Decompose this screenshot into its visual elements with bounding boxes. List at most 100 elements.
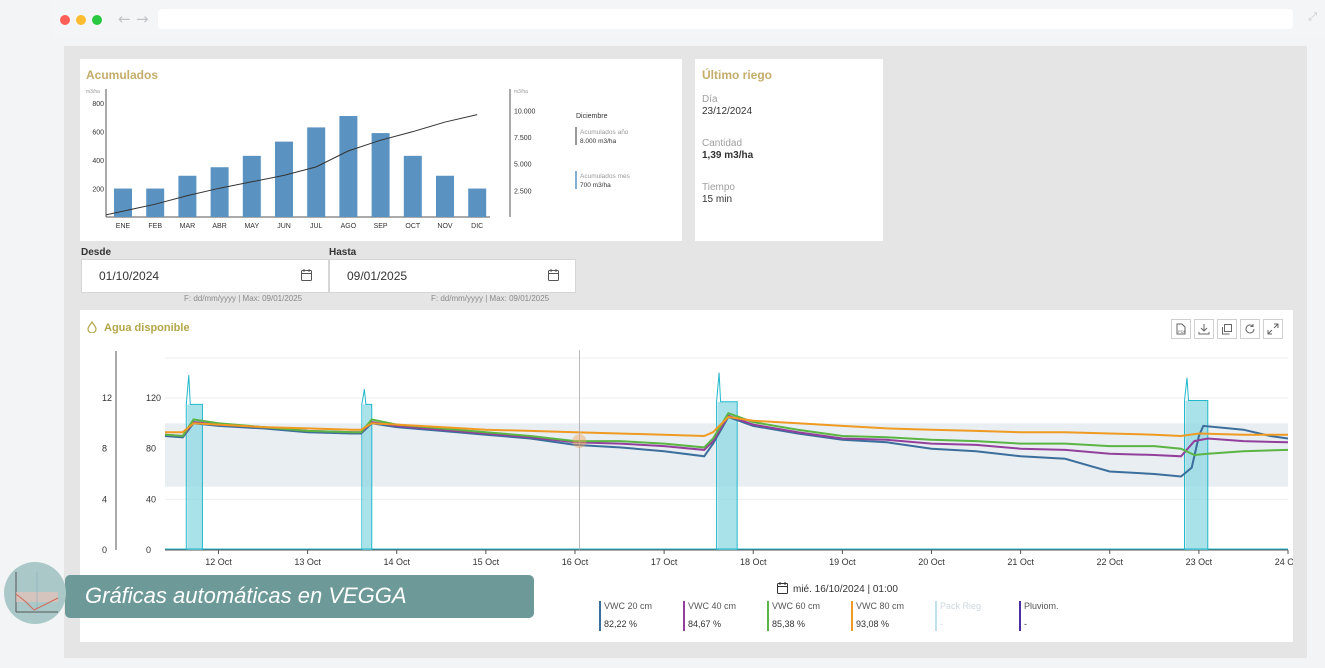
- irrigation-area: [1185, 400, 1208, 550]
- tiempo-label: Tiempo: [702, 182, 735, 193]
- cursor-marker: [572, 434, 587, 449]
- desde-date-input[interactable]: 01/10/2024: [81, 259, 329, 293]
- x-tick-label: MAR: [180, 223, 196, 230]
- caption-text: Gráficas automáticas en VEGGA: [85, 583, 407, 608]
- x-tick-label: JUL: [310, 223, 323, 230]
- x-tick-label: 21 Oct: [1007, 557, 1034, 567]
- calendar-icon[interactable]: [301, 269, 312, 281]
- legend-item-pluviom-[interactable]: Pluviom. -: [1019, 601, 1059, 631]
- minimize-window-icon[interactable]: [76, 15, 86, 25]
- y-tick-left: 4: [102, 494, 107, 504]
- cantidad-value: 1,39 m3/ha: [702, 150, 754, 161]
- desde-hint: F: dd/mm/yyyy | Max: 09/01/2025: [184, 294, 303, 303]
- x-tick-label: 14 Oct: [383, 557, 410, 567]
- legend-value: 84,67 %: [688, 619, 721, 629]
- legend-item-vwc-40-cm[interactable]: VWC 40 cm 84,67 %: [683, 601, 736, 631]
- x-tick-label: FEB: [148, 223, 162, 230]
- x-tick-label: OCT: [405, 223, 421, 230]
- x-tick-label: SEP: [374, 223, 388, 230]
- bar-abr[interactable]: [210, 167, 229, 217]
- legend-month-label: Acumulados mes: [580, 173, 631, 180]
- y-tick-left: 800: [92, 101, 104, 108]
- x-tick-label: 23 Oct: [1186, 557, 1213, 567]
- x-tick-label: 24 Oct: [1275, 557, 1293, 567]
- tooltip-date: mié. 16/10/2024 | 01:00: [793, 584, 898, 595]
- acumulados-chart: m3/ha m3/ha ENE FEB MAR ABR MAY JUN JUL AGO SEP O…: [86, 89, 631, 230]
- y-tick-left: 200: [92, 187, 104, 194]
- calendar-icon[interactable]: [548, 269, 559, 281]
- bar-jul[interactable]: [307, 127, 326, 217]
- calendar-icon: [777, 582, 788, 594]
- bar-jun[interactable]: [275, 141, 293, 217]
- back-arrow-icon[interactable]: ←: [118, 10, 131, 28]
- bar-may[interactable]: [242, 155, 261, 217]
- legend-label: VWC 80 cm: [856, 601, 904, 611]
- x-tick-label: ABR: [212, 223, 226, 230]
- legend-value: -: [1024, 619, 1027, 629]
- app-content: Acumulados m3/ha m3/ha ENE FEB MAR ABR MAY JU…: [64, 46, 1307, 658]
- x-tick-label: 18 Oct: [740, 557, 767, 567]
- y-tick-inner: 120: [146, 393, 161, 403]
- y-tick-right: 10.000: [514, 108, 536, 115]
- ultimo-riego-title: Último riego: [702, 68, 773, 82]
- chart-thumbnail-icon: [15, 572, 59, 613]
- x-tick-label: 15 Oct: [473, 557, 500, 567]
- y-tick-right: 7.500: [514, 135, 532, 142]
- y-tick-right: 5.000: [514, 162, 532, 169]
- desde-label: Desde: [81, 247, 112, 258]
- bar-ago[interactable]: [339, 116, 358, 217]
- x-tick-label: 19 Oct: [829, 557, 856, 567]
- hasta-date-input[interactable]: 09/01/2025: [329, 259, 576, 293]
- legend-year-label: Acumulados año: [580, 129, 629, 136]
- legend-label: VWC 60 cm: [772, 601, 820, 611]
- bar-mar[interactable]: [178, 175, 197, 217]
- legend-item-vwc-80-cm[interactable]: VWC 80 cm 93,08 %: [851, 601, 904, 631]
- bar-oct[interactable]: [403, 155, 422, 217]
- vegga-logo: [4, 562, 66, 624]
- left-unit-label: m3/ha: [86, 89, 100, 95]
- bar-sep[interactable]: [371, 133, 390, 217]
- legend-item-pack-rieg[interactable]: Pack Rieg -: [935, 601, 981, 631]
- address-bar[interactable]: [158, 9, 1293, 29]
- forward-arrow-icon[interactable]: →: [136, 10, 149, 28]
- y-tick-left: 12: [102, 393, 112, 403]
- x-tick-label: 20 Oct: [918, 557, 945, 567]
- legend-value: 82,22 %: [604, 619, 637, 629]
- acumulados-card: Acumulados m3/ha m3/ha ENE FEB MAR ABR MAY JU…: [80, 59, 682, 241]
- x-tick-label: DIC: [471, 223, 483, 230]
- x-tick-label: AGO: [341, 223, 357, 230]
- legend-item-vwc-20-cm[interactable]: VWC 20 cm 82,22 %: [599, 601, 652, 631]
- legend-value: -: [940, 619, 943, 629]
- x-tick-label: MAY: [244, 223, 259, 230]
- dia-label: Día: [702, 94, 718, 105]
- y-tick-inner: 0: [146, 545, 151, 555]
- x-tick-label: 13 Oct: [294, 557, 321, 567]
- ultimo-riego-card: Último riego Día 23/12/2024 Cantidad 1,3…: [695, 59, 883, 241]
- legend-month: Diciembre: [576, 113, 608, 120]
- close-window-icon[interactable]: [60, 15, 70, 25]
- hasta-label: Hasta: [329, 247, 357, 258]
- x-tick-label: JUN: [277, 223, 291, 230]
- y-tick-left: 400: [92, 158, 104, 165]
- x-tick-label: ENE: [116, 223, 131, 230]
- x-tick-label: 22 Oct: [1096, 557, 1123, 567]
- y-tick-inner: 80: [146, 444, 156, 454]
- y-tick-left: 8: [102, 444, 107, 454]
- dia-value: 23/12/2024: [702, 106, 753, 117]
- caption-banner: Gráficas automáticas en VEGGA: [65, 575, 534, 618]
- expand-icon[interactable]: ⤢: [1308, 10, 1317, 24]
- x-tick-label: NOV: [437, 223, 453, 230]
- y-tick-left: 600: [92, 130, 104, 137]
- legend-label: Pluviom.: [1024, 601, 1059, 611]
- cantidad-label: Cantidad: [702, 138, 743, 149]
- maximize-window-icon[interactable]: [92, 15, 102, 25]
- legend-label: Pack Rieg: [940, 601, 981, 611]
- right-unit-label: m3/ha: [514, 89, 528, 95]
- bar-nov[interactable]: [436, 175, 454, 217]
- legend-item-vwc-60-cm[interactable]: VWC 60 cm 85,38 %: [767, 601, 820, 631]
- legend-value: 93,08 %: [856, 619, 889, 629]
- bar-dic[interactable]: [468, 188, 487, 217]
- legend-year-value: 8.000 m3/ha: [580, 138, 617, 145]
- y-tick-right: 2.500: [514, 188, 532, 195]
- legend-label: VWC 20 cm: [604, 601, 652, 611]
